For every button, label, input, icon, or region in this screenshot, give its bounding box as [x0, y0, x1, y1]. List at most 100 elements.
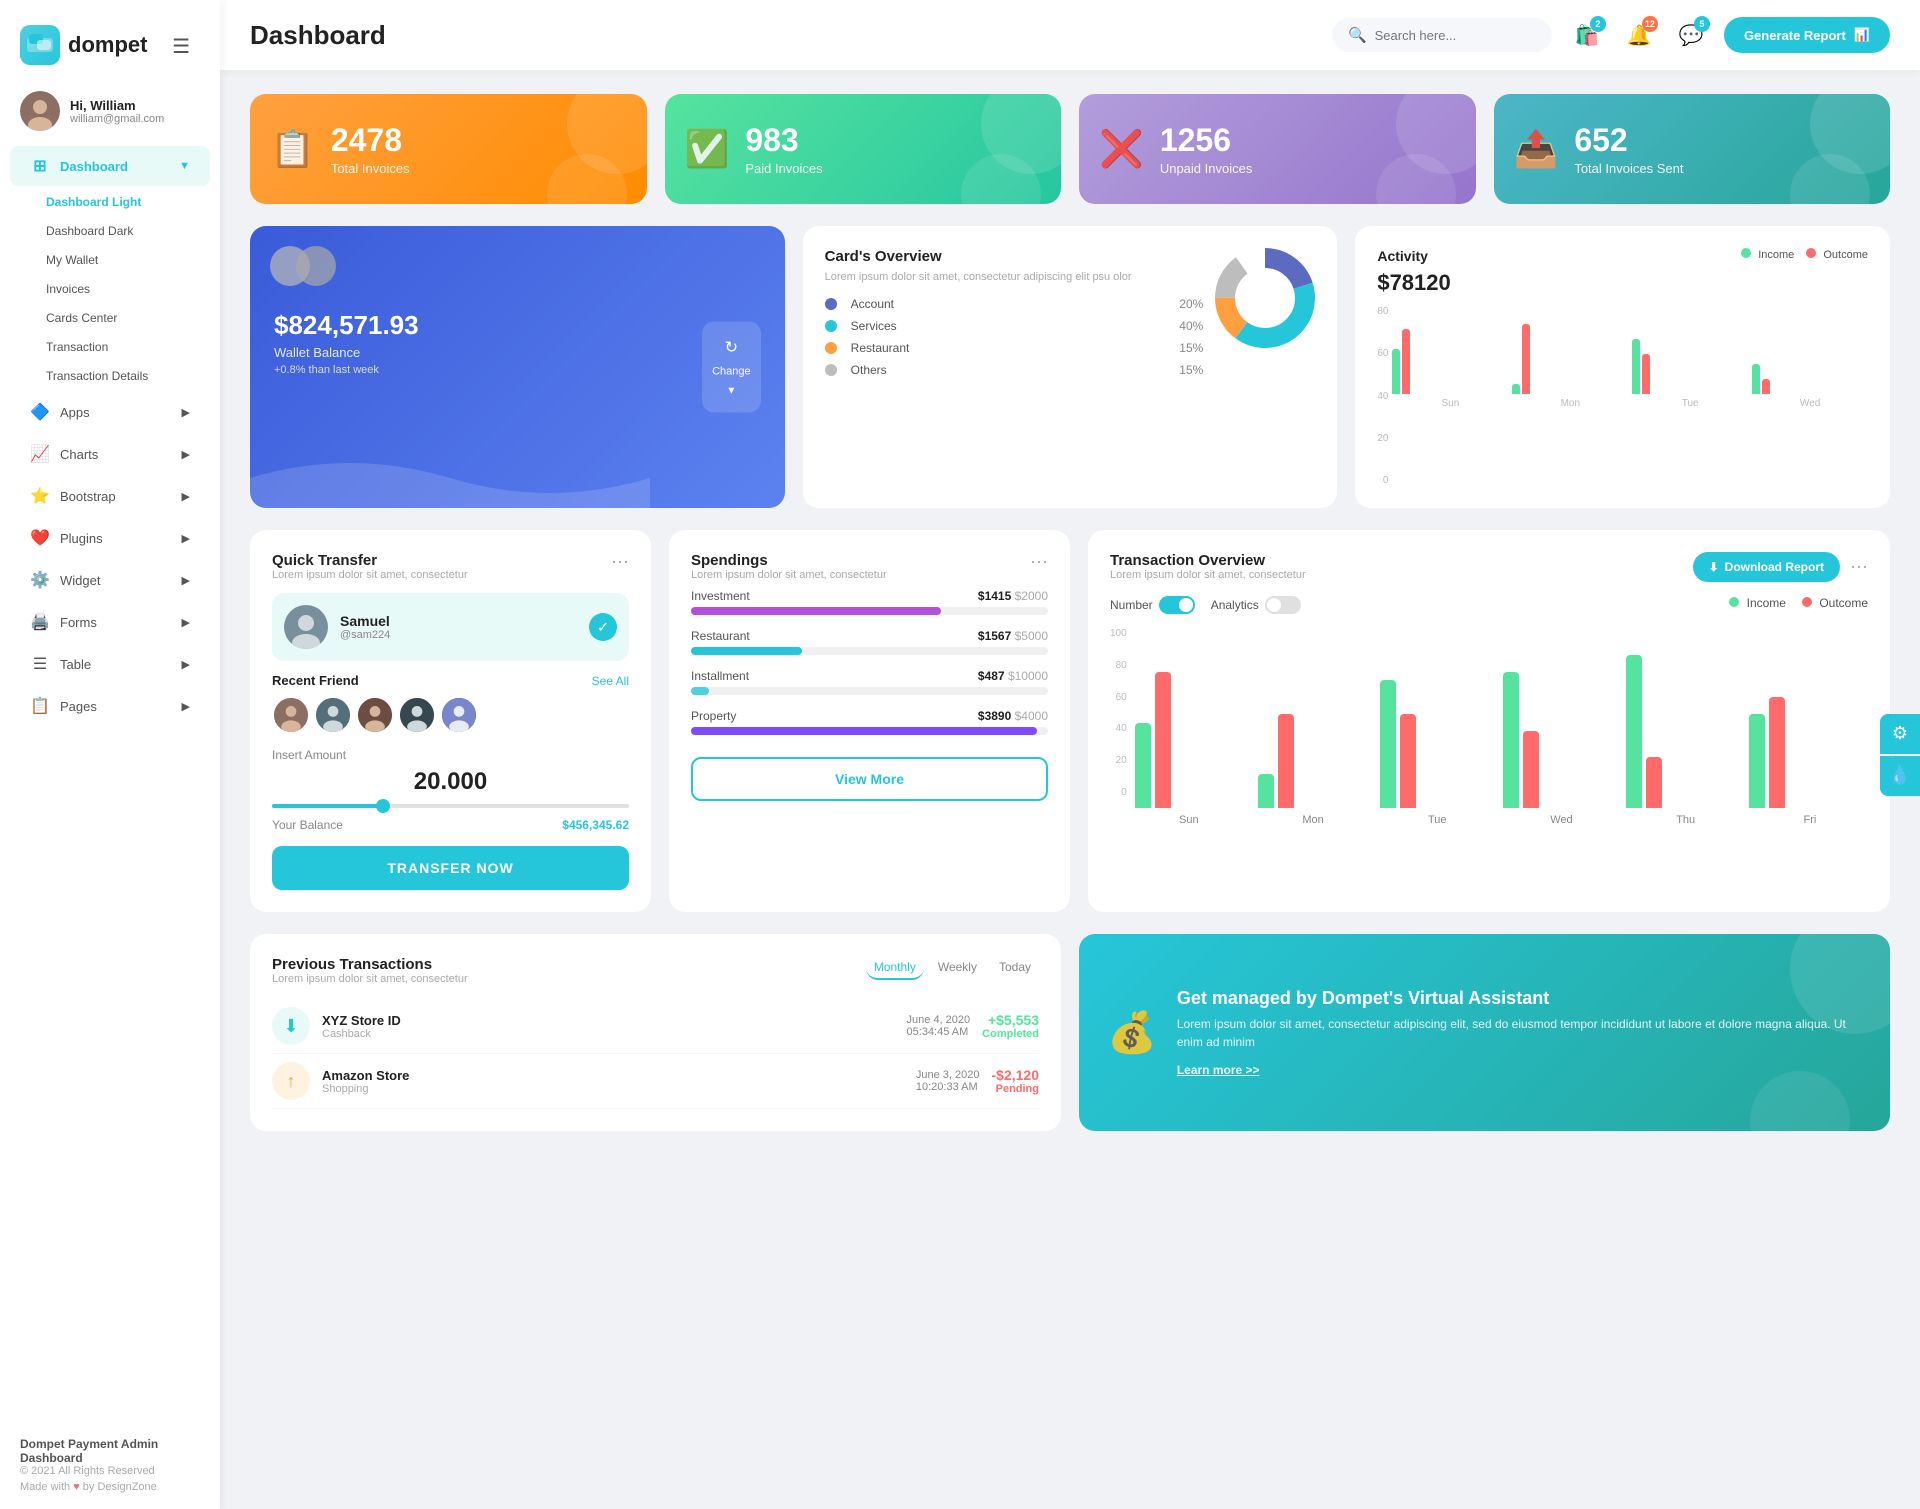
bar-group-mon [1512, 324, 1628, 394]
sidebar-item-widget[interactable]: ⚙️ Widget ▶ [10, 560, 210, 600]
overview-row-account: Account 20% [825, 297, 1204, 311]
wallet-amount: $824,571.93 [274, 310, 761, 341]
generate-report-button[interactable]: Generate Report 📊 [1724, 17, 1890, 53]
amount-slider[interactable] [272, 804, 629, 808]
friend-avatar-4[interactable] [398, 696, 436, 734]
income-bar [1632, 339, 1640, 394]
settings-icon: ⚙ [1892, 723, 1908, 744]
va-subtitle: Lorem ipsum dolor sit amet, consectetur … [1177, 1015, 1862, 1051]
spendings-card: Spendings Lorem ipsum dolor sit amet, co… [669, 530, 1070, 912]
overview-row-services: Services 40% [825, 319, 1204, 333]
bar-group-fri [1749, 697, 1864, 808]
contact-username: @sam224 [340, 629, 390, 641]
wave-decoration [250, 448, 650, 508]
theme-sidebar-button[interactable]: 💧 [1880, 756, 1920, 796]
va-learn-more-link[interactable]: Learn more >> [1177, 1063, 1862, 1077]
income-bar [1626, 655, 1642, 808]
stat-cards: 📋 2478 Total Invoices ✅ 983 Paid Invoice… [250, 94, 1890, 204]
sidebar-item-pages[interactable]: 📋 Pages ▶ [10, 686, 210, 726]
account-dot [825, 298, 837, 310]
dashboard-icon: ⊞ [30, 156, 50, 176]
cart-button[interactable]: 🛍️ 2 [1568, 16, 1606, 54]
balance-label: Your Balance [272, 818, 343, 832]
sidebar-item-apps[interactable]: 🔷 Apps ▶ [10, 392, 210, 432]
dots-menu-icon[interactable]: ⋯ [611, 552, 629, 573]
sidebar-item-charts[interactable]: 📈 Charts ▶ [10, 434, 210, 474]
recent-friend-label: Recent Friend [272, 673, 359, 688]
sidebar-item-label: Dashboard [60, 159, 128, 174]
number-toggle[interactable]: Number [1110, 596, 1195, 614]
view-more-button[interactable]: View More [691, 757, 1048, 801]
sidebar-item-forms[interactable]: 🖨️ Forms ▶ [10, 602, 210, 642]
income-bar [1752, 364, 1760, 394]
submenu-invoices[interactable]: Invoices [36, 275, 210, 303]
sidebar-item-label: Bootstrap [60, 489, 116, 504]
bottom-row: Quick Transfer Lorem ipsum dolor sit ame… [250, 530, 1890, 912]
friend-avatar-5[interactable] [440, 696, 478, 734]
transfer-now-button[interactable]: TRANSFER NOW [272, 846, 629, 890]
tab-today[interactable]: Today [991, 956, 1039, 980]
dots-menu-icon[interactable]: ⋯ [1850, 557, 1868, 578]
transaction-icon: ⬇ [272, 1007, 310, 1045]
sidebar-item-plugins[interactable]: ❤️ Plugins ▶ [10, 518, 210, 558]
chevron-right-icon: ▶ [182, 448, 190, 461]
sidebar-item-bootstrap[interactable]: ⭐ Bootstrap ▶ [10, 476, 210, 516]
tab-weekly[interactable]: Weekly [930, 956, 985, 980]
chevron-down-icon: ▼ [179, 160, 190, 172]
submenu-dashboard-dark[interactable]: Dashboard Dark [36, 217, 210, 245]
investment-fill [691, 607, 941, 615]
generate-report-label: Generate Report [1744, 28, 1846, 43]
trans-date: June 4, 2020 [907, 1014, 971, 1026]
spending-installment: Installment $487 $10000 [691, 669, 1048, 695]
search-input[interactable] [1375, 28, 1535, 43]
widget-icon: ⚙️ [30, 570, 50, 590]
search-box[interactable]: 🔍 [1332, 18, 1552, 52]
cart-badge: 2 [1590, 16, 1606, 32]
quick-transfer-title: Quick Transfer [272, 552, 468, 569]
recent-friends-header: Recent Friend See All [272, 673, 629, 688]
stat-card-total: 📋 2478 Total Invoices [250, 94, 647, 204]
content-area: 📋 2478 Total Invoices ✅ 983 Paid Invoice… [220, 70, 1920, 1509]
wallet-change: +0.8% than last week [274, 364, 761, 376]
stat-card-unpaid: ❌ 1256 Unpaid Invoices [1079, 94, 1476, 204]
hamburger-icon[interactable]: ☰ [172, 16, 200, 73]
unpaid-invoice-icon: ❌ [1099, 128, 1144, 170]
sidebar-item-table[interactable]: ☰ Table ▶ [10, 644, 210, 684]
chat-button[interactable]: 💬 5 [1672, 16, 1710, 54]
activity-amount: $78120 [1377, 270, 1450, 296]
logo-icon [20, 25, 60, 65]
submenu-transaction[interactable]: Transaction [36, 333, 210, 361]
friend-avatars [272, 696, 629, 734]
wallet-circle-2 [296, 246, 336, 286]
amount-display: 20.000 [272, 768, 629, 796]
stat-card-sent: 📤 652 Total Invoices Sent [1494, 94, 1891, 204]
friend-avatar-2[interactable] [314, 696, 352, 734]
transfer-contact: Samuel @sam224 ✓ [272, 593, 629, 661]
see-all-link[interactable]: See All [592, 674, 629, 688]
sidebar-item-dashboard[interactable]: ⊞ Dashboard ▼ [10, 146, 210, 186]
trans-type: Cashback [322, 1028, 895, 1040]
friend-avatar-3[interactable] [356, 696, 394, 734]
outcome-bar [1400, 714, 1416, 808]
dots-menu-icon[interactable]: ⋯ [1030, 552, 1048, 573]
outcome-bar [1402, 329, 1410, 394]
apps-icon: 🔷 [30, 402, 50, 422]
outcome-bar [1642, 354, 1650, 394]
submenu-my-wallet[interactable]: My Wallet [36, 246, 210, 274]
sidebar-item-label: Pages [60, 699, 97, 714]
tab-monthly[interactable]: Monthly [866, 956, 924, 980]
analytics-toggle-track[interactable] [1265, 596, 1301, 614]
slider-fill [272, 804, 379, 808]
spendings-title: Spendings [691, 552, 887, 569]
prev-trans-title: Previous Transactions [272, 956, 468, 973]
download-report-button[interactable]: ⬇ Download Report [1693, 552, 1840, 582]
settings-sidebar-button[interactable]: ⚙ [1880, 714, 1920, 754]
number-toggle-track[interactable] [1159, 596, 1195, 614]
bell-button[interactable]: 🔔 12 [1620, 16, 1658, 54]
submenu-cards-center[interactable]: Cards Center [36, 304, 210, 332]
user-profile: Hi, William william@gmail.com [0, 81, 220, 145]
friend-avatar-1[interactable] [272, 696, 310, 734]
analytics-toggle[interactable]: Analytics [1211, 596, 1301, 614]
submenu-transaction-details[interactable]: Transaction Details [36, 362, 210, 390]
submenu-dashboard-light[interactable]: Dashboard Light [36, 188, 210, 216]
